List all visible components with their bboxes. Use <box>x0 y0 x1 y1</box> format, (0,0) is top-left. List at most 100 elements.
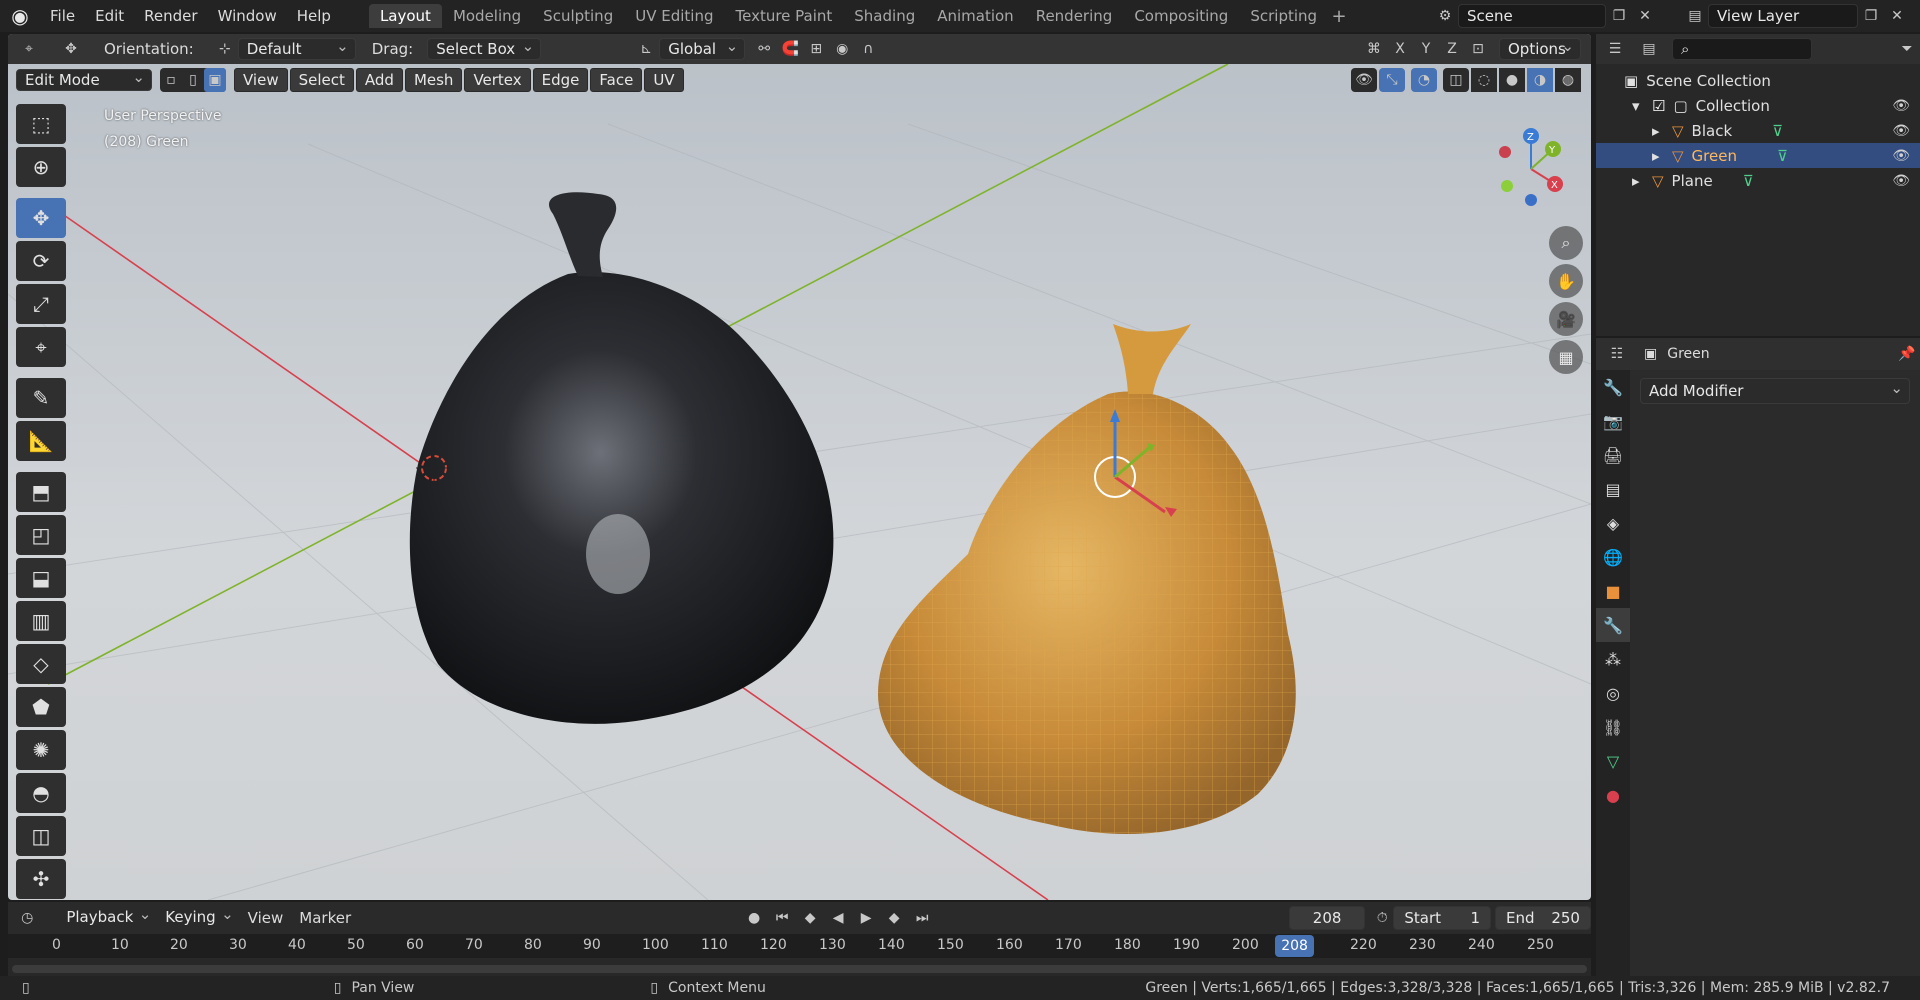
pivot-icon[interactable]: ⚯ <box>751 37 777 61</box>
smooth-icon[interactable]: ◓ <box>16 773 66 813</box>
viewport-scene[interactable] <box>8 34 1591 900</box>
tab-compositing[interactable]: Compositing <box>1123 4 1239 28</box>
frame-ruler[interactable]: 208 0 10 20 30 40 50 60 70 80 90 100 110 120 130 140 15… <box>8 934 1591 958</box>
add-modifier-dropdown[interactable]: Add Modifier <box>1640 376 1910 404</box>
measure-icon[interactable]: 📐 <box>16 421 66 461</box>
solid-shading-icon[interactable]: ● <box>1499 68 1525 92</box>
checkbox-icon[interactable]: ☑ <box>1652 97 1665 115</box>
menu-file[interactable]: File <box>40 0 85 32</box>
scene-collection-row[interactable]: ▣ Scene Collection <box>1596 68 1920 93</box>
menu-face[interactable]: Face <box>590 68 643 92</box>
particles-tab-icon[interactable]: ⁂ <box>1596 642 1630 676</box>
delete-view-layer-icon[interactable]: ✕ <box>1884 4 1910 28</box>
scene-icon[interactable]: ⚙ <box>1432 4 1458 28</box>
outliner-item-plane[interactable]: ▸ ▽ Plane ⊽ 👁 <box>1596 168 1920 193</box>
spin-icon[interactable]: ✺ <box>16 730 66 770</box>
proportional-edit-icon[interactable]: ◉ <box>829 37 855 61</box>
select-box-icon[interactable]: ⬚ <box>16 104 66 144</box>
prev-keyframe-icon[interactable]: ◆ <box>797 906 823 930</box>
tab-modeling[interactable]: Modeling <box>442 4 532 28</box>
jump-start-icon[interactable]: ⏮ <box>769 906 795 930</box>
axis-x-button[interactable]: X <box>1387 37 1413 61</box>
next-keyframe-icon[interactable]: ◆ <box>881 906 907 930</box>
axis-z-button[interactable]: Z <box>1439 37 1465 61</box>
mesh-data-icon[interactable]: ⊽ <box>1743 172 1754 190</box>
new-scene-icon[interactable]: ❐ <box>1606 4 1632 28</box>
perspective-grid-icon[interactable]: ▦ <box>1549 340 1583 374</box>
data-tab-icon[interactable]: ▽ <box>1596 744 1630 778</box>
timeline-scrollbar[interactable] <box>12 965 1587 973</box>
tab-texture-paint[interactable]: Texture Paint <box>724 4 843 28</box>
menu-uv[interactable]: UV <box>644 68 684 92</box>
menu-vertex[interactable]: Vertex <box>464 68 531 92</box>
jump-end-icon[interactable]: ⏭ <box>909 906 935 930</box>
eye-icon[interactable]: 👁 <box>1892 123 1910 139</box>
expand-arrow-icon[interactable]: ▸ <box>1632 172 1652 190</box>
gizmo-toggle-icon[interactable]: ⤡ <box>1379 68 1405 92</box>
record-icon[interactable]: ● <box>741 906 767 930</box>
menu-select[interactable]: Select <box>289 68 354 92</box>
filter-icon[interactable]: ⏷ <box>1894 37 1920 61</box>
scene-tab-icon[interactable]: ◈ <box>1596 506 1630 540</box>
edge-select-icon[interactable]: ▯ <box>182 68 204 92</box>
preview-range-icon[interactable]: ⏱ <box>1371 906 1393 930</box>
menu-edit[interactable]: Edit <box>85 0 134 32</box>
menu-window[interactable]: Window <box>208 0 287 32</box>
view-layer-icon[interactable]: ▤ <box>1682 4 1708 28</box>
current-frame-field[interactable]: 208 <box>1289 906 1366 930</box>
marker-menu[interactable]: Marker <box>291 909 359 927</box>
view-layer-tab-icon[interactable]: ▤ <box>1596 472 1630 506</box>
timeline-editor-icon[interactable]: ◷ <box>16 906 38 930</box>
zoom-icon[interactable]: ⌕ <box>1549 226 1583 260</box>
outliner-item-black[interactable]: ▸ ▽ Black ⊽ 👁 <box>1596 118 1920 143</box>
menu-edge[interactable]: Edge <box>532 68 589 92</box>
expand-arrow-icon[interactable]: ▾ <box>1632 97 1652 115</box>
new-view-layer-icon[interactable]: ❐ <box>1858 4 1884 28</box>
knife-icon[interactable]: ◇ <box>16 644 66 684</box>
wireframe-shading-icon[interactable]: ◌ <box>1471 68 1497 92</box>
menu-render[interactable]: Render <box>134 0 207 32</box>
visibility-icon[interactable]: 👁 <box>1351 68 1377 92</box>
tab-shading[interactable]: Shading <box>843 4 926 28</box>
face-select-icon[interactable]: ▣ <box>204 68 226 92</box>
playhead-frame[interactable]: 208 <box>1275 935 1314 957</box>
vertex-select-icon[interactable]: ▫ <box>160 68 182 92</box>
timeline-view-menu[interactable]: View <box>240 909 292 927</box>
axis-y-button[interactable]: Y <box>1413 37 1439 61</box>
axis-gizmo[interactable]: Z X Y <box>1471 114 1591 224</box>
editor-type-icon[interactable]: ⌖ <box>16 37 42 61</box>
tool-tab-icon[interactable]: 🔧 <box>1596 370 1630 404</box>
keying-menu[interactable]: Keying <box>157 904 239 929</box>
menu-mesh[interactable]: Mesh <box>404 68 463 92</box>
annotate-icon[interactable]: ✎ <box>16 378 66 418</box>
tab-scripting[interactable]: Scripting <box>1239 4 1328 28</box>
menu-help[interactable]: Help <box>287 0 341 32</box>
pan-hand-icon[interactable]: ✋ <box>1549 264 1583 298</box>
edge-slide-icon[interactable]: ◫ <box>16 816 66 856</box>
move-tool-icon[interactable]: ✥ <box>58 37 84 61</box>
expand-arrow-icon[interactable]: ▸ <box>1652 147 1672 165</box>
auto-merge-icon[interactable]: ⊡ <box>1465 37 1491 61</box>
move-icon[interactable]: ✥ <box>16 198 66 238</box>
transform-icon[interactable]: ⌖ <box>16 327 66 367</box>
mode-dropdown[interactable]: Edit Mode <box>16 67 152 91</box>
outliner-search-input[interactable]: ⌕ <box>1672 38 1812 60</box>
bevel-icon[interactable]: ⬓ <box>16 558 66 598</box>
drag-dropdown[interactable]: Select Box <box>427 36 542 60</box>
tab-sculpting[interactable]: Sculpting <box>532 4 624 28</box>
view-layer-field[interactable]: View Layer <box>1708 4 1858 28</box>
start-frame-field[interactable]: Start 1 <box>1393 906 1492 930</box>
falloff-icon[interactable]: ∩ <box>855 37 881 61</box>
camera-view-icon[interactable]: 🎥 <box>1549 302 1583 336</box>
shrink-fatten-icon[interactable]: ✣ <box>16 859 66 899</box>
overlays-icon[interactable]: ◔ <box>1411 68 1437 92</box>
outliner-item-green[interactable]: ▸ ▽ Green ⊽ 👁 <box>1596 143 1920 168</box>
mirror-icon[interactable]: ⌘ <box>1361 37 1387 61</box>
options-dropdown[interactable]: Options <box>1499 36 1581 60</box>
tab-layout[interactable]: Layout <box>368 4 442 28</box>
delete-scene-icon[interactable]: ✕ <box>1632 4 1658 28</box>
menu-view[interactable]: View <box>234 68 288 92</box>
rendered-shading-icon[interactable]: ◍ <box>1555 68 1581 92</box>
tab-animation[interactable]: Animation <box>926 4 1024 28</box>
tab-uv-editing[interactable]: UV Editing <box>624 4 724 28</box>
